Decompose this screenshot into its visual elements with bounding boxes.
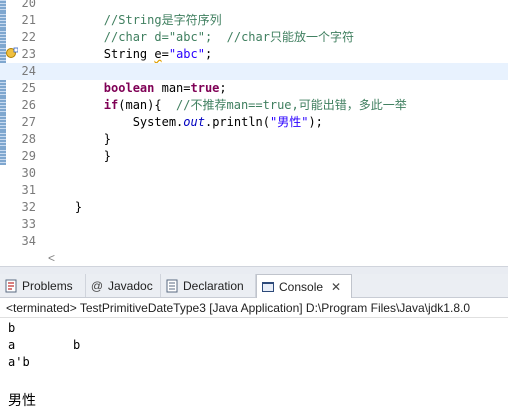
code-line[interactable]: 29 } bbox=[0, 148, 508, 165]
code-text: boolean man=true; bbox=[46, 80, 227, 97]
code-line[interactable]: 33 bbox=[0, 216, 508, 233]
code-token: String bbox=[46, 47, 155, 61]
code-token: e bbox=[154, 47, 162, 61]
code-token: ); bbox=[308, 115, 323, 129]
line-number: 22 bbox=[21, 30, 36, 44]
code-token: } bbox=[46, 200, 83, 214]
code-token: true bbox=[190, 81, 220, 95]
console-output-line: a'b bbox=[8, 355, 30, 369]
code-line[interactable]: 24 bbox=[0, 63, 508, 80]
code-token: = bbox=[161, 47, 169, 61]
tab-label: Console bbox=[279, 279, 324, 294]
code-line[interactable]: 28 } bbox=[0, 131, 508, 148]
line-number: 31 bbox=[21, 183, 36, 197]
scroll-left-arrow-icon[interactable]: < bbox=[48, 250, 55, 266]
code-token: ; bbox=[219, 81, 227, 95]
code-line[interactable]: 32 } bbox=[0, 199, 508, 216]
code-token: //String是字符序列 bbox=[103, 13, 222, 27]
horizontal-scrollbar[interactable]: < bbox=[46, 250, 508, 266]
code-text: } bbox=[46, 199, 82, 216]
line-number: 30 bbox=[21, 166, 36, 180]
line-number: 27 bbox=[21, 115, 36, 129]
declaration-icon bbox=[165, 279, 179, 293]
code-text: System.out.println("男性"); bbox=[46, 114, 323, 131]
code-token: if bbox=[103, 98, 119, 112]
view-tab-bar: Problems @ Javadoc Declaration Console ✕ bbox=[0, 274, 508, 298]
line-number: 24 bbox=[21, 64, 36, 78]
tab-console[interactable]: Console ✕ bbox=[256, 274, 352, 298]
console-output-line: b bbox=[8, 321, 16, 335]
code-line[interactable]: 20 bbox=[0, 0, 508, 12]
code-token: System. bbox=[46, 115, 184, 129]
line-number: 26 bbox=[21, 98, 36, 112]
tab-declaration[interactable]: Declaration bbox=[161, 274, 256, 297]
tab-label: Javadoc bbox=[108, 278, 153, 293]
code-line[interactable]: 27 System.out.println("男性"); bbox=[0, 114, 508, 131]
code-token: ; bbox=[204, 47, 213, 61]
javadoc-icon: @ bbox=[90, 278, 104, 293]
code-token: //不推荐man==true,可能出错，多此一举 bbox=[176, 98, 407, 112]
console-status: <terminated> TestPrimitiveDateType3 [Jav… bbox=[0, 298, 508, 318]
line-number: 34 bbox=[21, 234, 36, 248]
tab-label: Problems bbox=[22, 278, 73, 293]
console-icon bbox=[261, 280, 275, 294]
code-line[interactable]: 31 bbox=[0, 182, 508, 199]
code-text: //char d="abc"; //char只能放一个字符 bbox=[46, 29, 354, 46]
code-token: out bbox=[183, 115, 205, 129]
line-number: 20 bbox=[21, 0, 36, 10]
code-line[interactable]: 21 //String是字符序列 bbox=[0, 12, 508, 29]
code-token: } bbox=[46, 149, 112, 163]
code-token: man= bbox=[154, 81, 191, 95]
code-token: "男性" bbox=[270, 115, 309, 129]
code-token: } bbox=[46, 132, 112, 146]
code-token: boolean bbox=[103, 81, 155, 95]
tab-label: Declaration bbox=[183, 278, 244, 293]
console-output-line: a b bbox=[8, 338, 81, 352]
code-token: //char d="abc"; //char只能放一个字符 bbox=[103, 30, 354, 44]
code-line[interactable]: 34 bbox=[0, 233, 508, 250]
console-output-line: 男性 bbox=[8, 392, 36, 408]
code-line[interactable]: 22 //char d="abc"; //char只能放一个字符 bbox=[0, 29, 508, 46]
code-line[interactable]: 30 bbox=[0, 165, 508, 182]
code-text: String e="abc"; bbox=[46, 46, 212, 63]
problems-icon bbox=[4, 279, 18, 293]
line-number: 25 bbox=[21, 81, 36, 95]
code-line[interactable]: 23 String e="abc"; bbox=[0, 46, 508, 63]
tab-problems[interactable]: Problems bbox=[0, 274, 86, 297]
code-text: } bbox=[46, 148, 111, 165]
warning-icon[interactable] bbox=[6, 46, 19, 58]
close-icon[interactable]: ✕ bbox=[331, 280, 341, 294]
code-editor[interactable]: 20 21 //String是字符序列 22 //char d="abc"; //c… bbox=[0, 0, 508, 250]
line-number: 33 bbox=[21, 217, 36, 231]
code-token: .println( bbox=[204, 115, 270, 129]
line-number: 28 bbox=[21, 132, 36, 146]
code-text: //String是字符序列 bbox=[46, 12, 222, 29]
code-token: "abc" bbox=[168, 47, 205, 61]
code-line[interactable]: 26 if(man){ //不推荐man==true,可能出错，多此一举 bbox=[0, 97, 508, 114]
code-line[interactable]: 25 boolean man=true; bbox=[0, 80, 508, 97]
code-text: } bbox=[46, 131, 111, 148]
tab-javadoc[interactable]: @ Javadoc bbox=[86, 274, 161, 297]
line-number: 29 bbox=[21, 149, 36, 163]
line-number: 32 bbox=[21, 200, 36, 214]
code-token: (man){ bbox=[118, 98, 177, 112]
line-number: 21 bbox=[21, 13, 36, 27]
code-text: if(man){ //不推荐man==true,可能出错，多此一举 bbox=[46, 97, 407, 114]
